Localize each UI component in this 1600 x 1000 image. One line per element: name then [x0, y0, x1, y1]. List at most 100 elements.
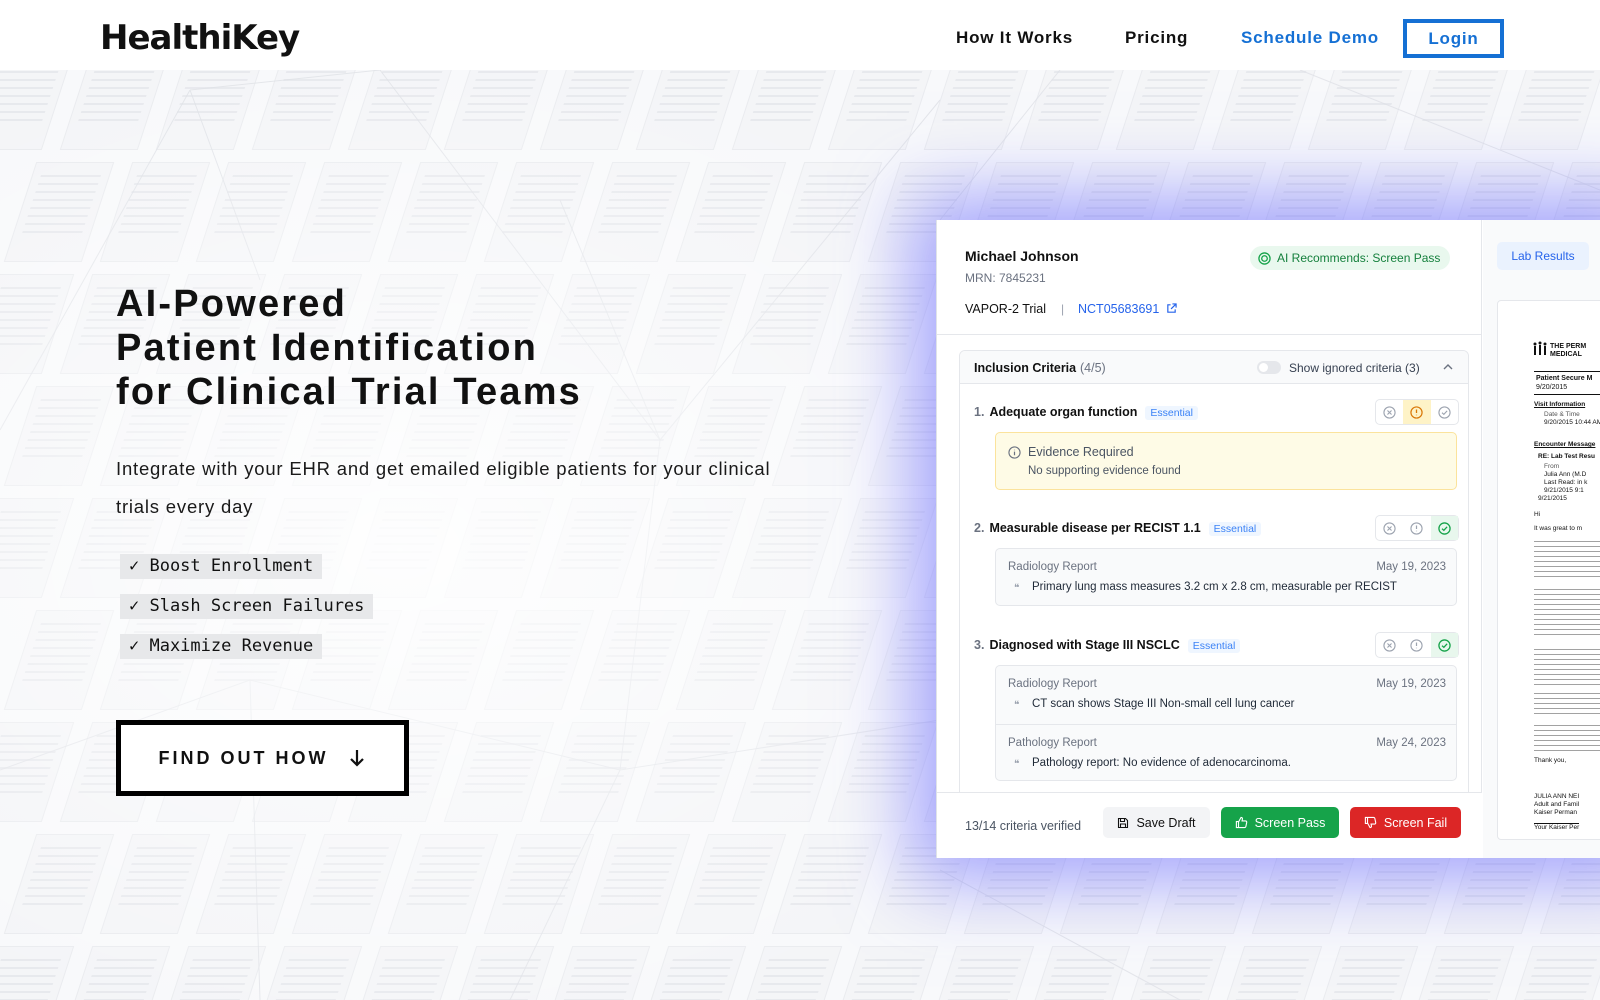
- quote-icon: ❝: [1014, 583, 1020, 594]
- show-ignored-toggle[interactable]: [1257, 361, 1281, 374]
- doc-date-value: 9/20/2015 10:44 AM: [1544, 419, 1600, 426]
- pass-action-button[interactable]: [1430, 516, 1458, 540]
- hero-title-line: for Clinical Trial Teams: [116, 371, 583, 413]
- criterion-title: 3. Diagnosed with Stage III NSCLC Essentia…: [974, 638, 1241, 653]
- criterion-number: 2.: [974, 521, 985, 535]
- check-circle-icon: [1438, 638, 1451, 652]
- evidence-row[interactable]: Radiology Report May 19, 2023 ❝ CT scan …: [996, 666, 1456, 724]
- quote-icon: ❝: [1014, 759, 1020, 770]
- criterion-number: 1.: [974, 405, 985, 419]
- doc-date-time-label: Date & Time: [1544, 411, 1580, 418]
- patient-mrn: MRN: 7845231: [965, 271, 1046, 285]
- tab-lab-results[interactable]: Lab Results: [1497, 242, 1589, 270]
- trial-separator: |: [1061, 302, 1065, 316]
- doc-from-value: Last Read: in k: [1544, 479, 1588, 486]
- criteria-verified-count: 13/14 criteria verified: [965, 819, 1082, 833]
- warning-action-button[interactable]: [1403, 400, 1431, 424]
- logo[interactable]: HealthiKey: [100, 18, 300, 58]
- nav-how-it-works[interactable]: How It Works: [956, 28, 1073, 48]
- fail-action-button[interactable]: [1376, 516, 1403, 540]
- screen-pass-button[interactable]: Screen Pass: [1221, 807, 1339, 838]
- feature-check-item: ✓ Maximize Revenue: [120, 634, 323, 659]
- document-preview[interactable]: THE PERM MEDICAL Patient Secure M 9/20/2…: [1497, 300, 1600, 840]
- nct-link[interactable]: NCT05683691: [1078, 302, 1159, 316]
- doc-signature: Your Kaiser Per: [1534, 823, 1580, 831]
- criteria-pane: Michael Johnson MRN: 7845231 VAPOR-2 Tri…: [937, 220, 1482, 858]
- screen-fail-button[interactable]: Screen Fail: [1350, 807, 1461, 838]
- patient-name: Michael Johnson: [965, 248, 1079, 264]
- evidence-date: May 24, 2023: [1376, 737, 1446, 749]
- evidence-required-title: Evidence Required: [1028, 445, 1134, 459]
- hero-title: AI-Powered Patient Identification for Cl…: [116, 282, 756, 414]
- show-ignored-label: Show ignored criteria (3): [1289, 361, 1420, 375]
- criterion-title: 2. Measurable disease per RECIST 1.1 Essen…: [974, 521, 1262, 536]
- evidence-required-sub: No supporting evidence found: [1028, 465, 1181, 477]
- doc-text-lines: [1534, 649, 1600, 685]
- login-button[interactable]: Login: [1403, 19, 1504, 58]
- essential-badge: Essential: [1145, 406, 1198, 420]
- doc-encounter: Encounter Message: [1534, 441, 1596, 448]
- doc-secure-line: 9/20/2015: [1536, 384, 1568, 391]
- save-icon: [1118, 817, 1129, 828]
- screening-panel: Michael Johnson MRN: 7845231 VAPOR-2 Tri…: [936, 220, 1600, 858]
- nav-pricing[interactable]: Pricing: [1125, 28, 1188, 48]
- criterion-number: 3.: [974, 638, 985, 652]
- criterion-actions: [1375, 515, 1459, 541]
- external-link-icon[interactable]: [1166, 303, 1177, 314]
- feature-check-item: ✓ Boost Enrollment: [120, 554, 323, 579]
- criteria-header[interactable]: Inclusion Criteria (4/5) Show ignored cr…: [960, 351, 1468, 384]
- evidence-quote: Pathology report: No evidence of adenoca…: [1032, 757, 1291, 769]
- evidence-quote: CT scan shows Stage III Non-small cell l…: [1032, 698, 1295, 710]
- pass-action-button[interactable]: [1431, 400, 1458, 424]
- inclusion-criteria-section: Inclusion Criteria (4/5) Show ignored cr…: [959, 350, 1469, 850]
- evidence-row[interactable]: Pathology Report May 24, 2023 ❝ Patholog…: [996, 724, 1456, 782]
- panel-footer: 13/14 criteria verified Save Draft Scree…: [937, 792, 1482, 858]
- doc-from-label: From: [1544, 463, 1560, 470]
- evidence-list: Radiology Report May 19, 2023 ❝ CT scan …: [995, 665, 1457, 781]
- doc-text-lines: [1534, 589, 1600, 639]
- target-icon: [1258, 251, 1271, 265]
- ai-badge-label: AI Recommends: Screen Pass: [1277, 251, 1441, 265]
- doc-secure-header: Patient Secure M 9/20/2015: [1534, 371, 1600, 395]
- doc-signature: Kaiser Perman: [1534, 809, 1577, 816]
- criteria-title: Inclusion Criteria: [974, 361, 1077, 375]
- warning-action-button[interactable]: [1403, 633, 1430, 657]
- pass-action-button[interactable]: [1430, 633, 1458, 657]
- doc-text-lines: [1534, 541, 1600, 581]
- check-circle-icon: [1438, 521, 1451, 535]
- evidence-quote: Primary lung mass measures 3.2 cm x 2.8 …: [1032, 581, 1397, 593]
- find-out-how-button[interactable]: FIND OUT HOW: [116, 720, 409, 796]
- hero-subtitle: Integrate with your EHR and get emailed …: [116, 458, 771, 517]
- essential-badge: Essential: [1187, 639, 1241, 653]
- chevron-up-icon[interactable]: [1443, 363, 1453, 371]
- arrow-down-icon: [350, 750, 365, 767]
- check-circle-icon: [1438, 405, 1451, 419]
- site-header: HealthiKey How It Works Pricing Schedule…: [0, 0, 1600, 70]
- evidence-source: Radiology Report: [1008, 678, 1097, 690]
- save-draft-button[interactable]: Save Draft: [1103, 807, 1210, 838]
- doc-signature: Adult and Famil: [1534, 801, 1580, 808]
- warning-action-button[interactable]: [1403, 516, 1430, 540]
- evidence-source: Radiology Report: [1008, 561, 1097, 573]
- save-draft-label: Save Draft: [1136, 815, 1196, 830]
- fail-action-button[interactable]: [1376, 633, 1403, 657]
- kaiser-logo-icon: [1533, 341, 1547, 355]
- alert-circle-icon: [1410, 405, 1424, 419]
- evidence-list: Radiology Report May 19, 2023 ❝ Primary …: [995, 548, 1457, 606]
- doc-org-line: MEDICAL: [1550, 351, 1582, 358]
- criteria-count: (4/5): [1080, 361, 1106, 375]
- essential-badge: Essential: [1208, 522, 1262, 536]
- criterion-actions: [1375, 399, 1459, 425]
- doc-from-value: 9/21/2015 9:1: [1544, 487, 1584, 494]
- doc-re: RE: Lab Test Resu: [1538, 453, 1595, 460]
- thumbs-up-icon: [1235, 816, 1247, 829]
- evidence-row[interactable]: Radiology Report May 19, 2023 ❝ Primary …: [996, 549, 1456, 607]
- nav-schedule-demo[interactable]: Schedule Demo: [1241, 28, 1379, 48]
- trial-name: VAPOR-2 Trial: [965, 302, 1047, 316]
- fail-action-button[interactable]: [1376, 400, 1403, 424]
- criterion-actions: [1375, 632, 1459, 658]
- screen-fail-label: Screen Fail: [1383, 815, 1448, 830]
- hero-title-line: AI-Powered: [116, 283, 348, 325]
- thumbs-down-icon: [1364, 816, 1377, 829]
- doc-from-value: Julia Ann (M.D: [1544, 471, 1587, 478]
